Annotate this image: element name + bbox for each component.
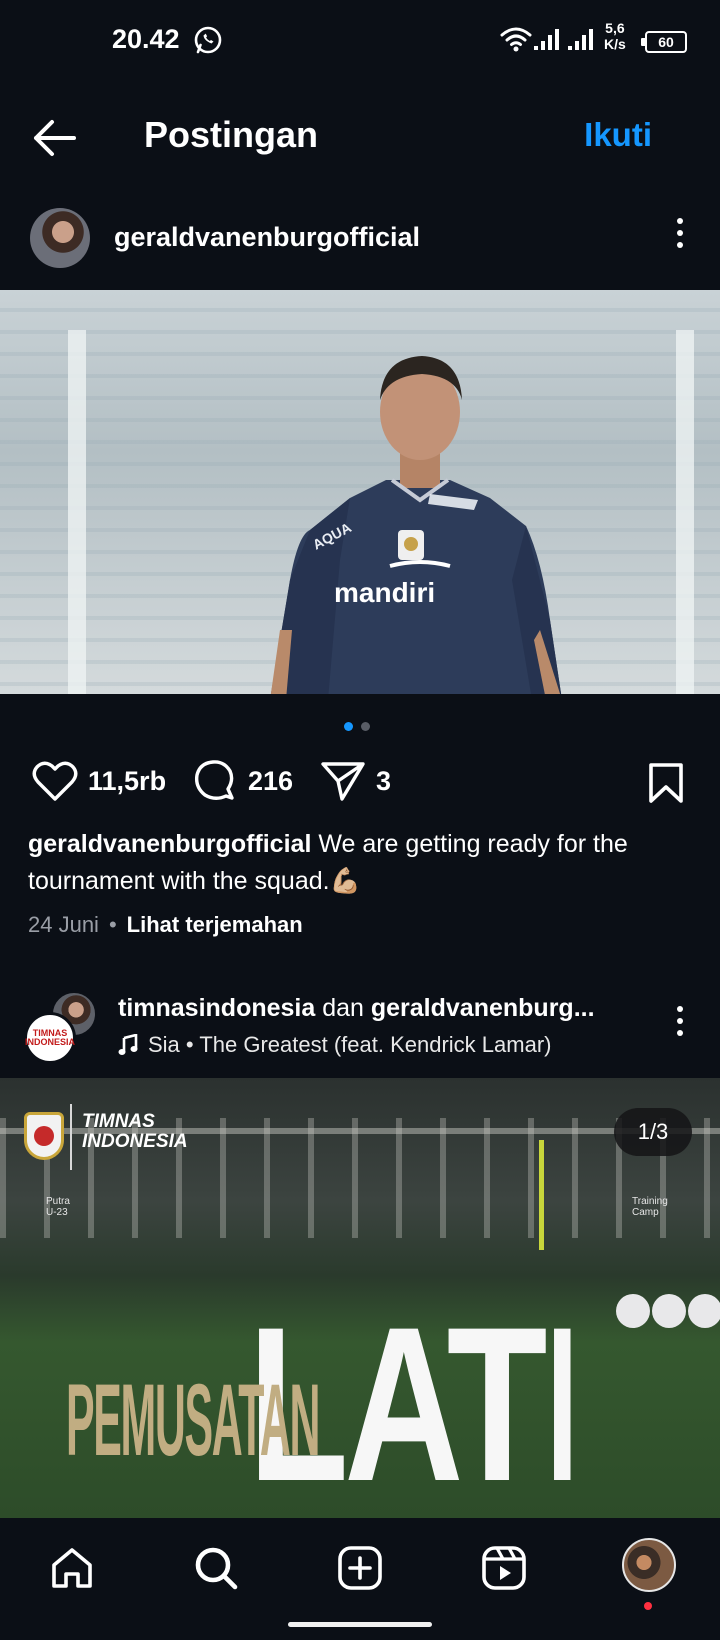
signal-icon <box>534 29 559 50</box>
like-count: 11,5rb <box>88 765 167 796</box>
nav-home[interactable] <box>42 1538 102 1598</box>
notification-dot <box>644 1602 652 1610</box>
wifi-icon <box>500 27 532 52</box>
svg-text:mandiri: mandiri <box>334 577 435 608</box>
network-speed-unit: K/s <box>604 36 626 52</box>
translate-link[interactable]: Lihat terjemahan <box>127 912 303 937</box>
network-speed: 5,6 K/s <box>604 20 626 52</box>
carousel-indicator <box>344 718 378 736</box>
goal-post <box>676 330 694 694</box>
meta-separator: • <box>108 912 117 937</box>
next-post-header: TIMNAS INDONESIA timnasindonesia dan ger… <box>0 984 720 1068</box>
label-left-1: Putra <box>46 1196 70 1207</box>
collab-user-two[interactable]: geraldvanenburg... <box>371 994 595 1022</box>
label-right: Training Camp <box>632 1196 668 1218</box>
post-username[interactable]: geraldvanenburgofficial <box>114 222 420 253</box>
create-post-icon <box>338 1546 382 1590</box>
search-icon <box>195 1547 238 1590</box>
label-left: Putra U-23 <box>46 1196 70 1218</box>
signal-icon-2 <box>568 29 593 50</box>
collab-user-one[interactable]: timnasindonesia <box>118 994 315 1022</box>
whatsapp-icon <box>194 26 222 54</box>
music-title: Sia • The Greatest (feat. Kendrick Lamar… <box>148 1032 552 1057</box>
page-counter: 1/3 <box>614 1108 692 1156</box>
battery-indicator: 60 <box>641 31 687 53</box>
next-post-image[interactable]: TIMNAS INDONESIA Putra U-23 Training Cam… <box>0 1078 720 1518</box>
headline-small: PEMUSATAN <box>66 1362 320 1478</box>
training-balls <box>616 1294 720 1334</box>
label-left-2: U-23 <box>46 1207 68 1218</box>
avatar-badge-text: TIMNAS INDONESIA <box>25 1028 76 1047</box>
label-right-1: Training <box>632 1196 668 1207</box>
music-info[interactable]: Sia • The Greatest (feat. Kendrick Lamar… <box>118 1032 551 1058</box>
collab-usernames[interactable]: timnasindonesia dan geraldvanenburg... <box>118 994 595 1023</box>
network-speed-value: 5,6 <box>605 20 625 36</box>
post-header: geraldvanenburgofficial <box>0 200 720 280</box>
more-options-icon[interactable] <box>674 218 686 254</box>
comment-button[interactable]: 216 <box>192 756 293 806</box>
top-bar: Postingan Ikuti <box>0 96 720 180</box>
post-caption: geraldvanenburgofficial We are getting r… <box>28 826 698 900</box>
label-right-2: Camp <box>632 1207 659 1218</box>
brand-divider <box>70 1104 72 1170</box>
status-time: 20.42 <box>112 24 180 54</box>
share-count: 3 <box>376 765 392 796</box>
comment-count: 216 <box>248 765 294 796</box>
back-arrow-icon[interactable] <box>30 116 80 160</box>
music-note-icon <box>118 1034 138 1055</box>
training-pole <box>539 1140 544 1250</box>
pssi-crest-icon <box>24 1112 64 1160</box>
post-date: 24 Juni <box>28 912 99 937</box>
like-button[interactable]: 11,5rb <box>32 756 166 806</box>
status-bar: 20.42 5,6 K/s 60 <box>0 0 720 84</box>
nav-reels[interactable] <box>474 1538 534 1598</box>
brand-line-2: INDONESIA <box>82 1131 188 1152</box>
more-options-icon[interactable] <box>674 1006 686 1042</box>
post-meta: 24 Juni • Lihat terjemahan <box>28 912 303 938</box>
carousel-dot <box>361 722 370 731</box>
caption-username[interactable]: geraldvanenburgofficial <box>28 830 311 858</box>
home-icon <box>52 1548 92 1588</box>
collab-joiner: dan <box>315 994 371 1022</box>
nav-search[interactable] <box>186 1538 246 1598</box>
nav-create[interactable] <box>330 1538 390 1598</box>
profile-avatar[interactable] <box>622 1538 676 1592</box>
brand-line-1: TIMNAS <box>82 1111 155 1132</box>
goal-post <box>68 330 86 694</box>
page-title: Postingan <box>144 114 319 155</box>
home-indicator[interactable] <box>288 1622 432 1627</box>
post-actions: 11,5rb 216 3 <box>0 756 720 812</box>
send-icon <box>321 762 365 801</box>
brand-logo-text: TIMNAS INDONESIA <box>82 1112 188 1152</box>
avatar[interactable]: TIMNAS INDONESIA <box>24 1012 76 1064</box>
post-photo[interactable]: mandiri AQUA <box>0 290 720 694</box>
bookmark-icon[interactable] <box>648 762 684 804</box>
reels-icon <box>482 1546 526 1590</box>
heart-icon <box>32 761 78 801</box>
share-button[interactable]: 3 <box>320 756 391 806</box>
carousel-dot-active <box>344 722 353 731</box>
comment-icon <box>194 760 234 800</box>
avatar[interactable] <box>30 208 90 268</box>
coach-figure: mandiri AQUA <box>270 356 562 694</box>
follow-button[interactable]: Ikuti <box>584 116 652 154</box>
